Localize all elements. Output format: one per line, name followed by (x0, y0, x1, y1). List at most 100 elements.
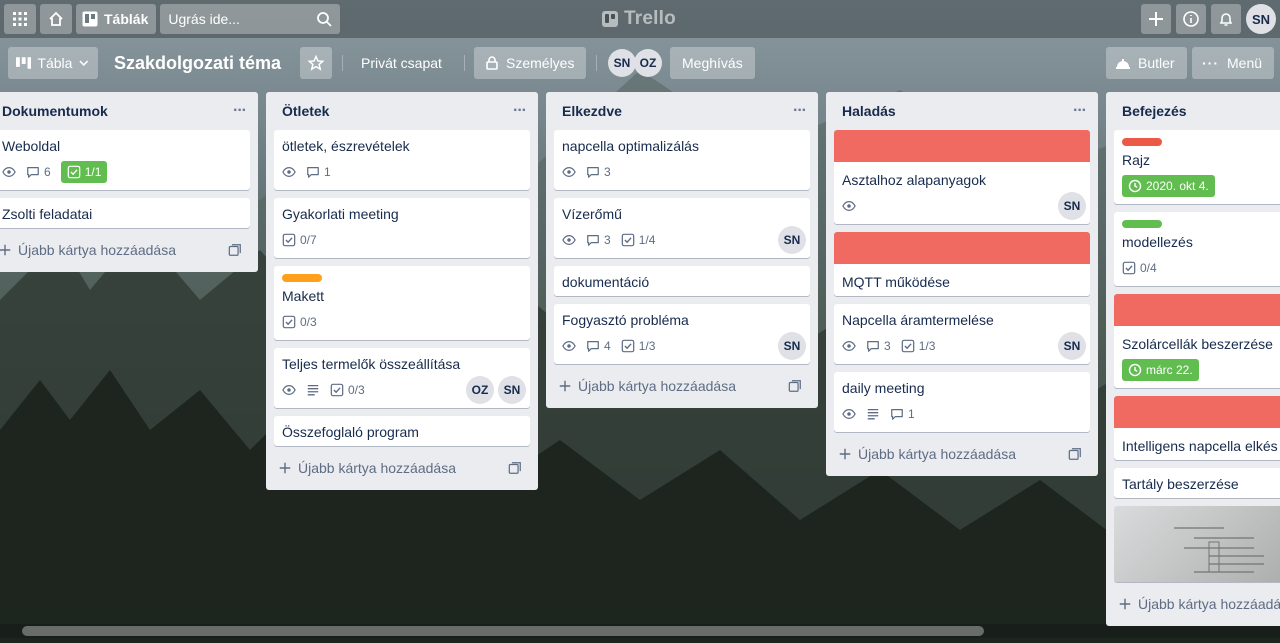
card[interactable]: Zsolti feladatai (0, 198, 250, 228)
create-button[interactable] (1141, 4, 1171, 34)
card[interactable]: Fogyasztó probléma 4 1/3 SN (554, 304, 810, 364)
trello-logo[interactable]: Trello (602, 8, 676, 30)
card[interactable]: Összefoglaló program (274, 416, 530, 446)
card[interactable]: dokumentáció (554, 266, 810, 296)
visibility-button[interactable]: Személyes (474, 47, 587, 79)
card-title: daily meeting (842, 380, 925, 396)
user-avatar[interactable]: SN (1246, 4, 1276, 34)
list-header: Dokumentumok ··· (0, 92, 250, 130)
home-button[interactable] (40, 4, 72, 34)
list-menu-icon[interactable]: ··· (793, 102, 807, 120)
card[interactable]: napcella optimalizálás 3 (554, 130, 810, 190)
member-avatar[interactable]: SN (778, 226, 806, 254)
card[interactable]: Asztalhoz alapanyagok SN (834, 130, 1090, 224)
grid-icon (13, 12, 27, 26)
card[interactable]: ötletek, észrevételek 1 (274, 130, 530, 190)
card-members: SN (778, 332, 806, 360)
card-title: Gyakorlati meeting (282, 206, 399, 222)
card[interactable]: Szolárcellák beszerzése márc 22. (1114, 294, 1280, 388)
card[interactable] (1114, 506, 1280, 582)
butler-button[interactable]: Butler (1106, 47, 1187, 79)
add-card-button[interactable]: Újabb kártya hozzáadása (274, 454, 530, 482)
list-menu-icon[interactable]: ··· (513, 102, 527, 120)
card-members: SN (1058, 192, 1086, 220)
watch-badge (562, 165, 576, 179)
info-button[interactable] (1176, 4, 1206, 34)
card-label-red (1122, 138, 1162, 146)
card-badges: 0/7 (282, 228, 522, 252)
card-badges: 6 1/1 (2, 160, 242, 184)
butler-label: Butler (1138, 55, 1175, 71)
card-title: modellezés (1122, 234, 1193, 250)
star-icon (308, 55, 324, 71)
add-card-button[interactable]: Újabb kártya hozzáadása (1114, 590, 1280, 618)
card-title: Napcella áramtermelése (842, 312, 994, 328)
member-avatar[interactable]: SN (778, 332, 806, 360)
eye-icon (562, 165, 576, 179)
card[interactable]: Weboldal 6 1/1 (0, 130, 250, 190)
card[interactable]: Vízerőmű 3 1/4 SN (554, 198, 810, 258)
star-button[interactable] (300, 47, 332, 79)
card[interactable]: Intelligens napcella elkés (1114, 396, 1280, 460)
list-title[interactable]: Befejezés (1122, 103, 1187, 119)
card[interactable]: Tartály beszerzése (1114, 468, 1280, 498)
menu-button[interactable]: ··· Menü (1192, 47, 1275, 79)
plus-icon (1149, 12, 1163, 26)
card-badges: 3 1/4 (562, 228, 802, 252)
checklist-icon (330, 383, 344, 397)
checklist-icon (282, 233, 296, 247)
apps-button[interactable] (4, 4, 36, 34)
due-date: márc 22. (1146, 363, 1193, 377)
member-avatar[interactable]: OZ (466, 376, 494, 404)
checklist-badge: 0/3 (282, 315, 317, 329)
member-avatar[interactable]: SN (1058, 332, 1086, 360)
list-title[interactable]: Haladás (842, 103, 896, 119)
team-button[interactable]: Privát csapat (352, 47, 451, 79)
member-avatar[interactable]: SN (1058, 192, 1086, 220)
search-input[interactable]: Ugrás ide... (160, 4, 341, 34)
card[interactable]: Teljes termelők összeállítása 0/3 OZ SN (274, 348, 530, 408)
add-card-button[interactable]: Újabb kártya hozzáadása (554, 372, 810, 400)
card-title: Rajz (1122, 152, 1151, 168)
card-badges: márc 22. (1122, 358, 1280, 382)
checklist-count: 0/3 (300, 315, 317, 329)
clock-icon (1128, 363, 1142, 377)
card[interactable]: Gyakorlati meeting 0/7 (274, 198, 530, 258)
template-icon[interactable] (508, 461, 522, 475)
eye-icon (562, 339, 576, 353)
boards-button[interactable]: Táblák (76, 4, 157, 34)
card[interactable]: MQTT működése (834, 232, 1090, 296)
member-avatar[interactable]: SN (608, 49, 636, 77)
template-icon[interactable] (788, 379, 802, 393)
comments-badge: 3 (586, 233, 611, 247)
comments-count: 3 (884, 339, 891, 353)
board-scrollbar[interactable] (22, 626, 984, 636)
member-avatar[interactable]: OZ (634, 49, 662, 77)
card[interactable]: modellezés 0/4 (1114, 212, 1280, 286)
notifications-button[interactable] (1211, 4, 1241, 34)
add-card-button[interactable]: Újabb kártya hozzáadása (834, 440, 1090, 468)
list-title[interactable]: Ötletek (282, 103, 329, 119)
comment-icon (890, 407, 904, 421)
card[interactable]: daily meeting 1 (834, 372, 1090, 432)
due-date-badge: 2020. okt 4. (1122, 175, 1215, 197)
list-menu-icon[interactable]: ··· (1073, 102, 1087, 120)
template-icon[interactable] (228, 243, 242, 257)
list-menu-icon[interactable]: ··· (233, 102, 247, 120)
board-title[interactable]: Szakdolgozati téma (114, 47, 281, 79)
card[interactable]: Napcella áramtermelése 3 1/3 SN (834, 304, 1090, 364)
card-members: OZ SN (466, 376, 526, 404)
invite-button[interactable]: Meghívás (670, 47, 755, 79)
member-avatar[interactable]: SN (498, 376, 526, 404)
view-switcher[interactable]: Tábla (8, 47, 98, 79)
board-view-icon (16, 57, 32, 69)
card[interactable]: Makett 0/3 (274, 266, 530, 340)
list-title[interactable]: Elkezdve (562, 103, 622, 119)
template-icon[interactable] (1068, 447, 1082, 461)
butler-icon (1116, 59, 1130, 69)
list-title[interactable]: Dokumentumok (2, 103, 108, 119)
comments-count: 1 (324, 165, 331, 179)
card[interactable]: Rajz 2020. okt 4. (1114, 130, 1280, 204)
add-card-button[interactable]: Újabb kártya hozzáadása (0, 236, 250, 264)
plus-icon (838, 447, 852, 461)
